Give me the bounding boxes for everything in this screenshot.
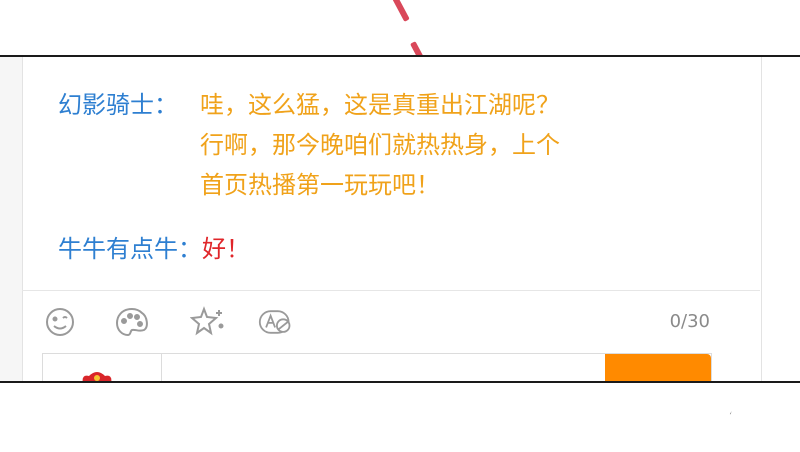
message-text-line: 哇，这么猛，这是真重出江湖呢？ [200,91,560,119]
svg-text:漫: 漫 [648,397,686,437]
sparkle-icon[interactable] [190,305,226,339]
message-text-line: 首页热播第一玩玩吧！ [200,171,440,199]
svg-text:客: 客 [684,397,723,437]
message-text: 好！ [202,235,250,263]
palette-icon[interactable] [114,305,150,339]
message-sender[interactable]: 牛牛有点牛： [58,235,202,263]
avatar[interactable] [77,370,117,381]
send-button[interactable] [605,354,711,381]
message-sender[interactable]: 幻影骑士： [58,91,178,119]
chat-panel: 幻影骑士： 哇，这么猛，这是真重出江湖呢？ 行啊，那今晚咱们就热热身，上个 首页… [0,55,800,383]
smiley-icon[interactable] [42,305,78,339]
panel-edge [0,57,22,381]
watermark-logo: 漫 客 栈 [644,388,762,440]
decorative-streak [392,0,410,22]
input-divider [161,354,162,381]
svg-text:栈: 栈 [720,397,757,437]
message-text-line: 行啊，那今晚咱们就热热身，上个 [200,131,560,159]
chat-message: 牛牛有点牛：好！ [58,229,250,269]
message-input-row [42,353,712,381]
chat-message: 幻影骑士： 哇，这么猛，这是真重出江湖呢？ 行啊，那今晚咱们就热热身，上个 首页… [58,85,560,199]
chat-toolbar: 0/30 [22,290,760,351]
text-style-icon[interactable] [258,305,294,339]
char-counter: 0/30 [669,311,710,332]
